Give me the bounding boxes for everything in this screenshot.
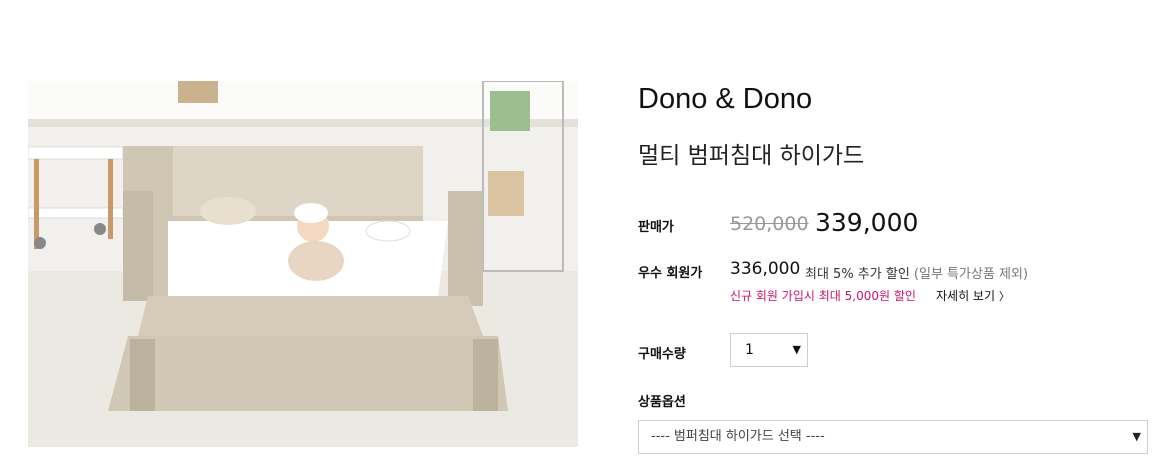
chevron-down-icon: ▼ (792, 343, 801, 356)
see-more-label: 자세히 보기 (936, 289, 996, 303)
sale-price: 339,000 (815, 208, 919, 237)
price-label: 판매가 (638, 220, 674, 235)
signup-discount-text: 신규 회원 가입시 최대 5,000원 할인 (730, 289, 916, 303)
product-info: Dono & Dono 멀티 범퍼침대 하이가드 판매가 520,000 339… (638, 0, 1158, 476)
quantity-value: 1 (745, 342, 754, 358)
see-more-link[interactable]: 자세히 보기 〉 (936, 287, 1010, 304)
option-select[interactable]: ---- 범퍼침대 하이가드 선택 ---- ▼ (638, 420, 1148, 454)
quantity-select[interactable]: 1 ▼ (730, 333, 808, 367)
quantity-label: 구매수량 (638, 347, 686, 362)
member-price: 336,000 (730, 259, 801, 279)
product-title: 멀티 범퍼침대 하이가드 (638, 143, 865, 169)
chevron-right-icon: 〉 (998, 290, 1010, 303)
option-label: 상품옵션 (638, 395, 686, 410)
member-price-label: 우수 회원가 (638, 266, 703, 281)
member-discount: 최대 5% 추가 할인 (일부 특가상품 제외) (805, 263, 1028, 282)
chevron-down-icon: ▼ (1132, 430, 1141, 443)
member-discount-note: (일부 특가상품 제외) (913, 267, 1029, 282)
brand-name: Dono & Dono (638, 83, 813, 115)
option-placeholder: ---- 범퍼침대 하이가드 선택 ---- (651, 429, 825, 444)
product-image (28, 81, 578, 447)
member-discount-text: 최대 5% 추가 할인 (805, 267, 910, 282)
original-price: 520,000 (730, 213, 809, 235)
